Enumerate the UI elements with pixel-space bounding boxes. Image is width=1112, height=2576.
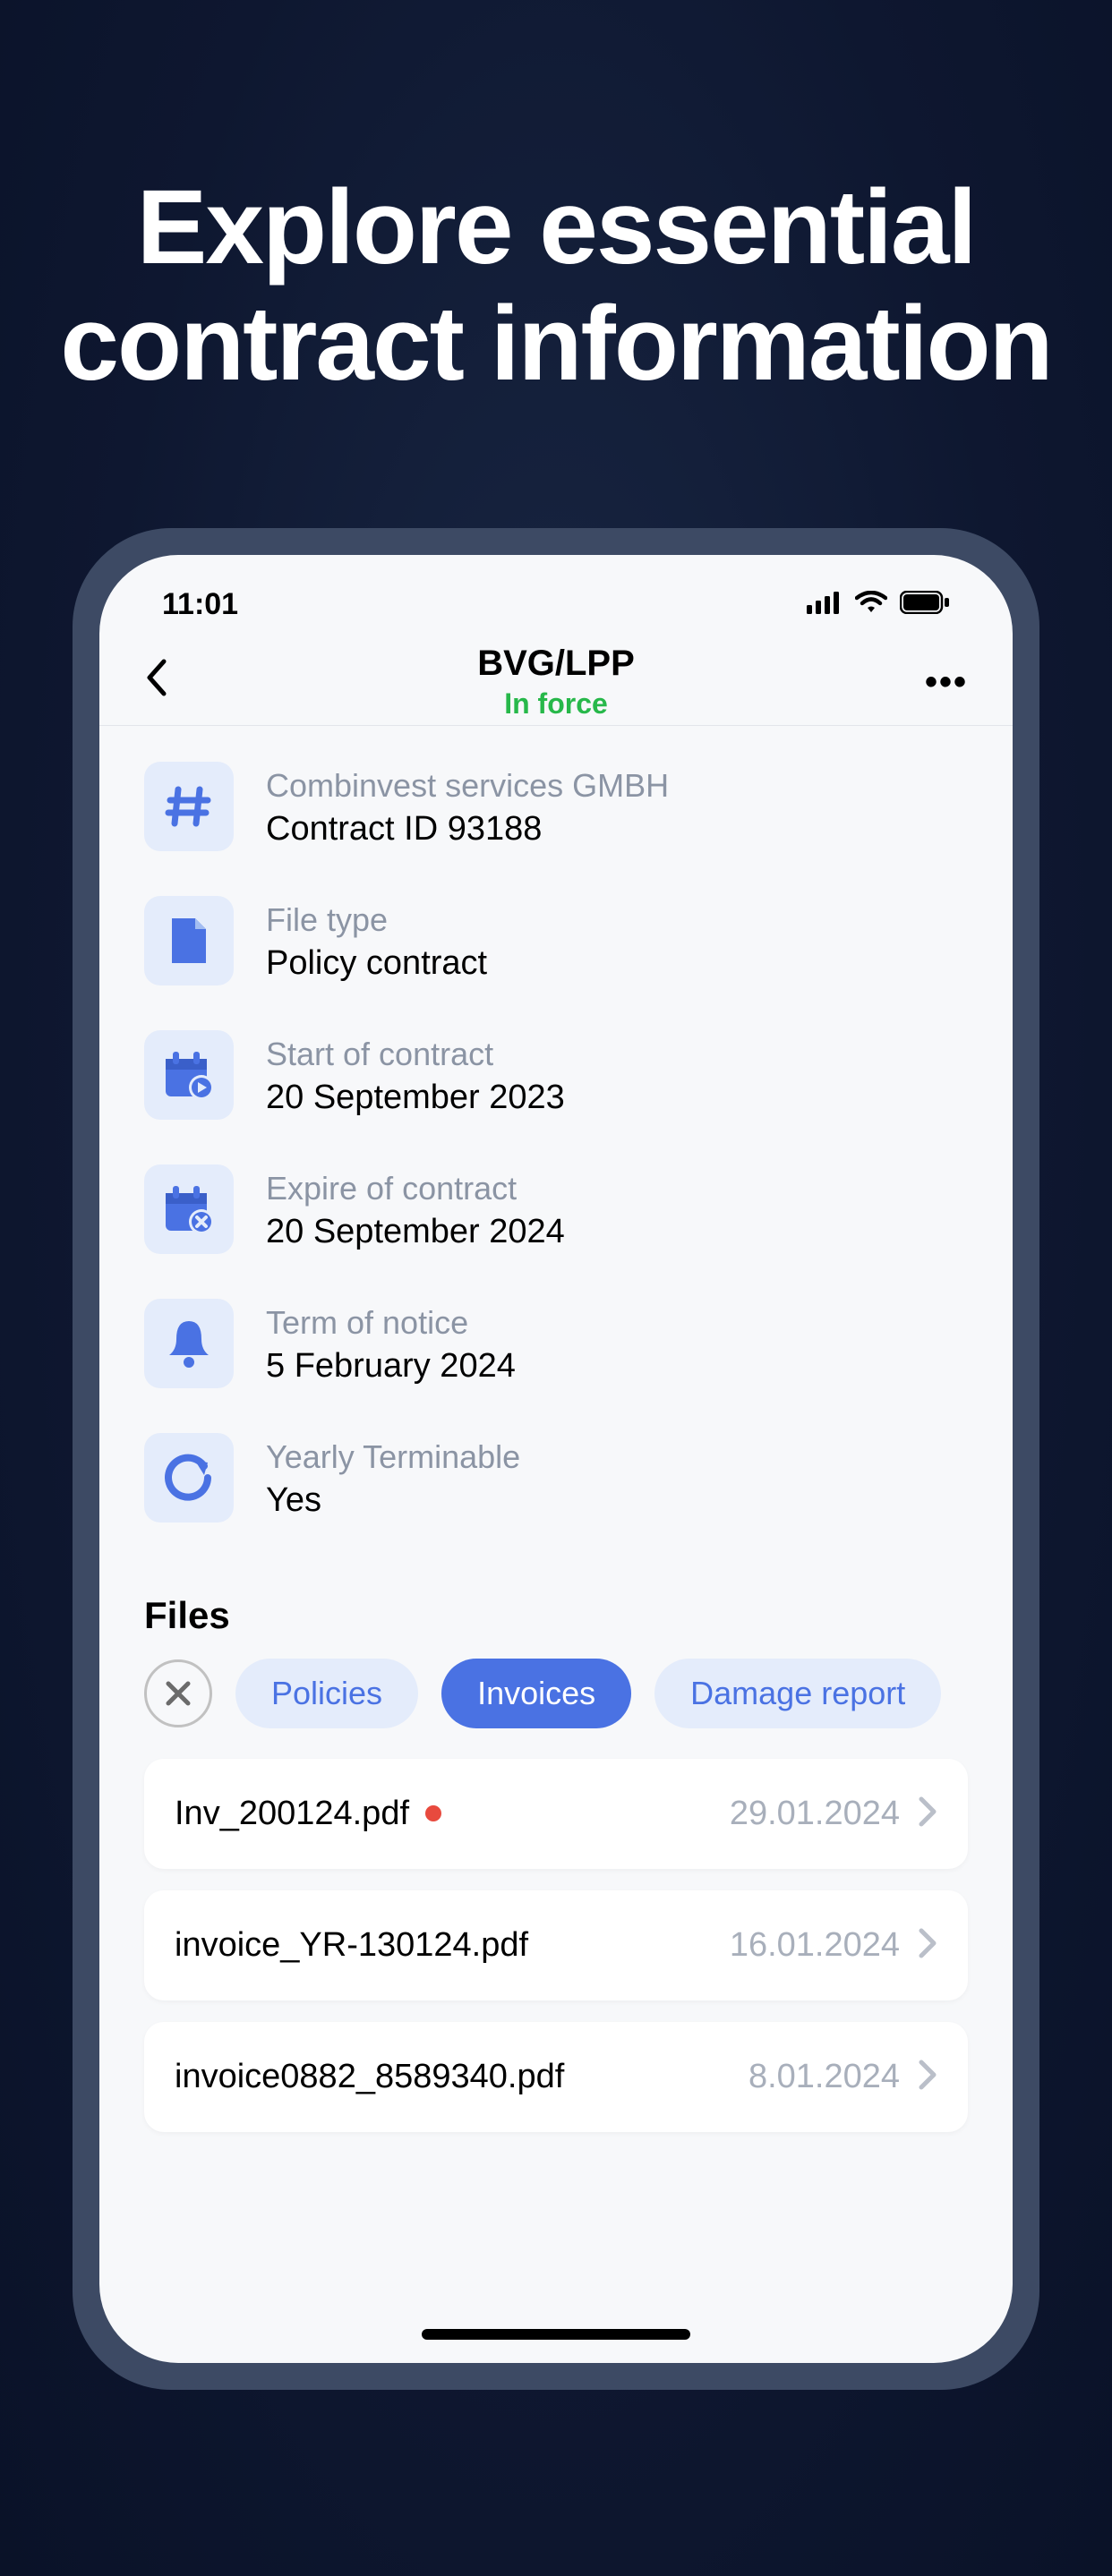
page-title: BVG/LPP bbox=[477, 644, 635, 684]
filter-invoices[interactable]: Invoices bbox=[441, 1659, 631, 1728]
file-date: 29.01.2024 bbox=[730, 1795, 900, 1833]
status-time: 11:01 bbox=[162, 587, 238, 622]
home-indicator[interactable] bbox=[422, 2329, 690, 2340]
detail-value: Contract ID 93188 bbox=[266, 810, 669, 849]
bell-icon bbox=[144, 1299, 234, 1388]
filter-row: Policies Invoices Damage report bbox=[99, 1659, 1013, 1759]
file-list: Inv_200124.pdf 29.01.2024 invoice_YR-130… bbox=[99, 1759, 1013, 2132]
files-section-title: Files bbox=[99, 1585, 1013, 1659]
clear-filters-button[interactable] bbox=[144, 1659, 212, 1727]
detail-terminable: Yearly Terminable Yes bbox=[144, 1433, 968, 1523]
marketing-headline: Explore essential contract information bbox=[0, 170, 1112, 403]
new-indicator-icon bbox=[425, 1805, 441, 1821]
contract-details: Combinvest services GMBH Contract ID 931… bbox=[99, 726, 1013, 1585]
nav-bar: BVG/LPP In force ••• bbox=[99, 631, 1013, 726]
chevron-right-icon bbox=[918, 1927, 937, 1964]
file-name: invoice0882_8589340.pdf bbox=[175, 2058, 564, 2096]
file-icon bbox=[144, 896, 234, 985]
detail-value: Policy contract bbox=[266, 944, 487, 983]
cellular-icon bbox=[807, 587, 843, 622]
calendar-start-icon bbox=[144, 1030, 234, 1120]
battery-icon bbox=[900, 587, 950, 622]
phone-frame: 11:01 BVG/LPP In force • bbox=[73, 528, 1039, 2390]
detail-file-type: File type Policy contract bbox=[144, 896, 968, 985]
file-name: Inv_200124.pdf bbox=[175, 1795, 409, 1833]
detail-label: File type bbox=[266, 901, 487, 939]
file-item[interactable]: Inv_200124.pdf 29.01.2024 bbox=[144, 1759, 968, 1869]
detail-notice: Term of notice 5 February 2024 bbox=[144, 1299, 968, 1388]
more-button[interactable]: ••• bbox=[914, 662, 968, 703]
detail-label: Yearly Terminable bbox=[266, 1438, 520, 1476]
file-name: invoice_YR-130124.pdf bbox=[175, 1926, 528, 1965]
hash-icon bbox=[144, 762, 234, 851]
detail-expire: Expire of contract 20 September 2024 bbox=[144, 1164, 968, 1254]
detail-label: Expire of contract bbox=[266, 1170, 565, 1207]
calendar-expire-icon bbox=[144, 1164, 234, 1254]
refresh-icon bbox=[144, 1433, 234, 1523]
chevron-right-icon bbox=[918, 1796, 937, 1832]
detail-value: 20 September 2023 bbox=[266, 1079, 565, 1117]
file-item[interactable]: invoice0882_8589340.pdf 8.01.2024 bbox=[144, 2022, 968, 2132]
wifi-icon bbox=[855, 587, 887, 622]
detail-value: 5 February 2024 bbox=[266, 1347, 516, 1386]
phone-screen: 11:01 BVG/LPP In force • bbox=[99, 555, 1013, 2363]
detail-company: Combinvest services GMBH Contract ID 931… bbox=[144, 762, 968, 851]
file-date: 16.01.2024 bbox=[730, 1926, 900, 1965]
file-date: 8.01.2024 bbox=[748, 2058, 900, 2096]
back-button[interactable] bbox=[144, 658, 198, 707]
status-bar: 11:01 bbox=[99, 555, 1013, 631]
detail-label: Term of notice bbox=[266, 1304, 516, 1342]
status-badge: In force bbox=[477, 687, 635, 721]
detail-label: Combinvest services GMBH bbox=[266, 767, 669, 805]
file-item[interactable]: invoice_YR-130124.pdf 16.01.2024 bbox=[144, 1890, 968, 2000]
detail-value: Yes bbox=[266, 1481, 520, 1520]
chevron-right-icon bbox=[918, 2059, 937, 2095]
filter-policies[interactable]: Policies bbox=[235, 1659, 418, 1728]
filter-damage-report[interactable]: Damage report bbox=[654, 1659, 941, 1728]
detail-label: Start of contract bbox=[266, 1036, 565, 1073]
detail-start: Start of contract 20 September 2023 bbox=[144, 1030, 968, 1120]
detail-value: 20 September 2024 bbox=[266, 1213, 565, 1251]
